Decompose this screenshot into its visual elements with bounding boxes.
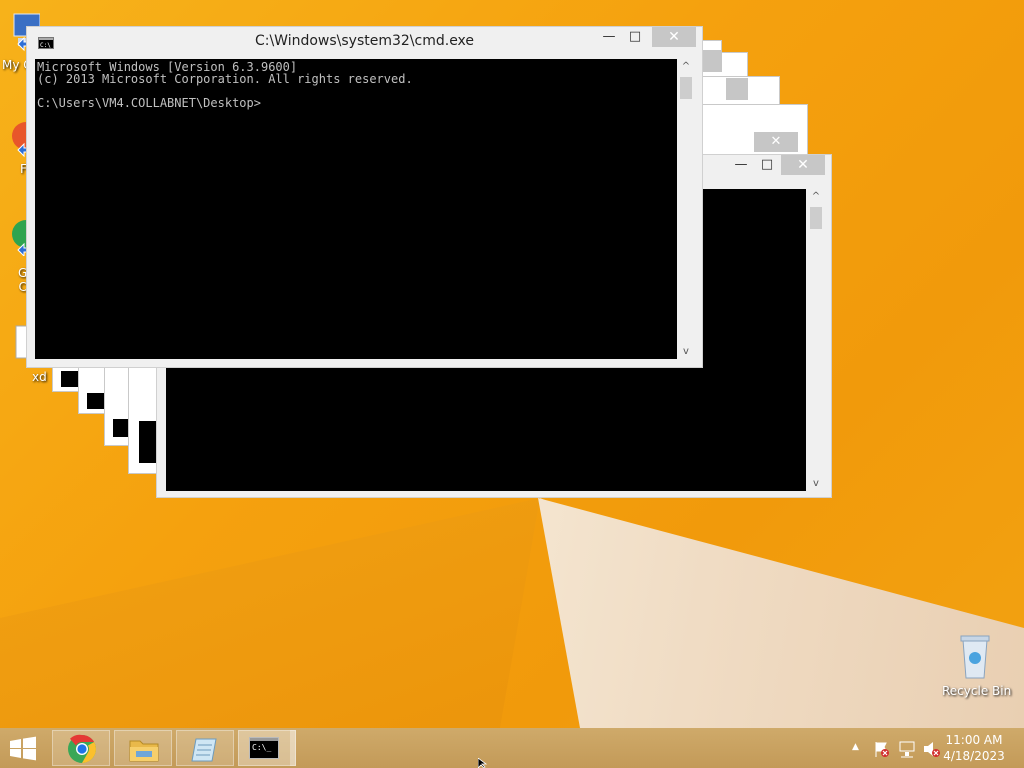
clock-date: 4/18/2023 — [943, 749, 1005, 763]
taskbar-chrome[interactable] — [52, 730, 110, 766]
ghost-close — [726, 78, 748, 100]
taskbar-cmd[interactable]: C:\_ — [238, 730, 296, 766]
title-bar[interactable]: C:\ C:\Windows\system32\cmd.exe — □ ✕ — [27, 27, 702, 57]
cmd-window[interactable]: C:\ C:\Windows\system32\cmd.exe — □ ✕ Mi… — [26, 26, 703, 368]
scroll-up-icon[interactable]: ^ — [807, 191, 825, 202]
minimize-button[interactable]: — — [595, 27, 623, 47]
scroll-thumb[interactable] — [810, 207, 822, 229]
taskbar-notepad[interactable] — [176, 730, 234, 766]
recycle-bin-icon — [960, 635, 990, 679]
console-output[interactable]: Microsoft Windows [Version 6.3.9600] (c)… — [35, 59, 677, 359]
wallpaper-shape — [0, 498, 540, 728]
network-icon[interactable] — [898, 740, 916, 758]
show-hidden-icons-button[interactable]: ▲ — [852, 742, 859, 752]
chrome-icon — [68, 734, 96, 763]
notepad-icon — [191, 738, 217, 762]
scroll-thumb[interactable] — [680, 77, 692, 99]
scroll-down-icon[interactable]: v — [807, 478, 825, 489]
vertical-scrollbar[interactable]: ^ v — [677, 59, 695, 359]
maximize-button[interactable]: □ — [753, 155, 781, 175]
close-button[interactable]: ✕ — [781, 155, 825, 175]
maximize-button[interactable]: □ — [621, 27, 649, 47]
scroll-down-icon[interactable]: v — [677, 346, 695, 357]
vertical-scrollbar[interactable]: ^ v — [807, 189, 825, 491]
action-center-flag-icon[interactable] — [872, 740, 890, 758]
ghost-close-button: ✕ — [754, 132, 798, 152]
windows-logo-icon — [10, 736, 36, 761]
svg-text:C:\_: C:\_ — [252, 743, 271, 752]
recycle-bin-label: Recycle Bin — [942, 684, 1012, 698]
ghost-close — [700, 50, 722, 72]
start-button[interactable] — [6, 734, 42, 762]
taskbar: C:\_ ▲ 11:00 AM 4/18/2023 — [0, 728, 1024, 768]
minimize-button[interactable]: — — [727, 155, 755, 175]
desktop-icon-label: xd — [32, 370, 47, 384]
close-button[interactable]: ✕ — [652, 27, 696, 47]
clock-time: 11:00 AM — [945, 733, 1003, 747]
taskbar-file-explorer[interactable] — [114, 730, 172, 766]
cmd-icon: C:\_ — [249, 737, 279, 759]
folder-icon — [129, 740, 159, 762]
scroll-up-icon[interactable]: ^ — [677, 61, 695, 72]
mouse-cursor-icon — [478, 758, 488, 768]
taskbar-stack-indicator — [290, 730, 296, 766]
system-clock[interactable]: 11:00 AM 4/18/2023 — [936, 732, 1012, 764]
desktop-icon-recycle-bin[interactable]: Recycle Bin — [942, 630, 1012, 698]
